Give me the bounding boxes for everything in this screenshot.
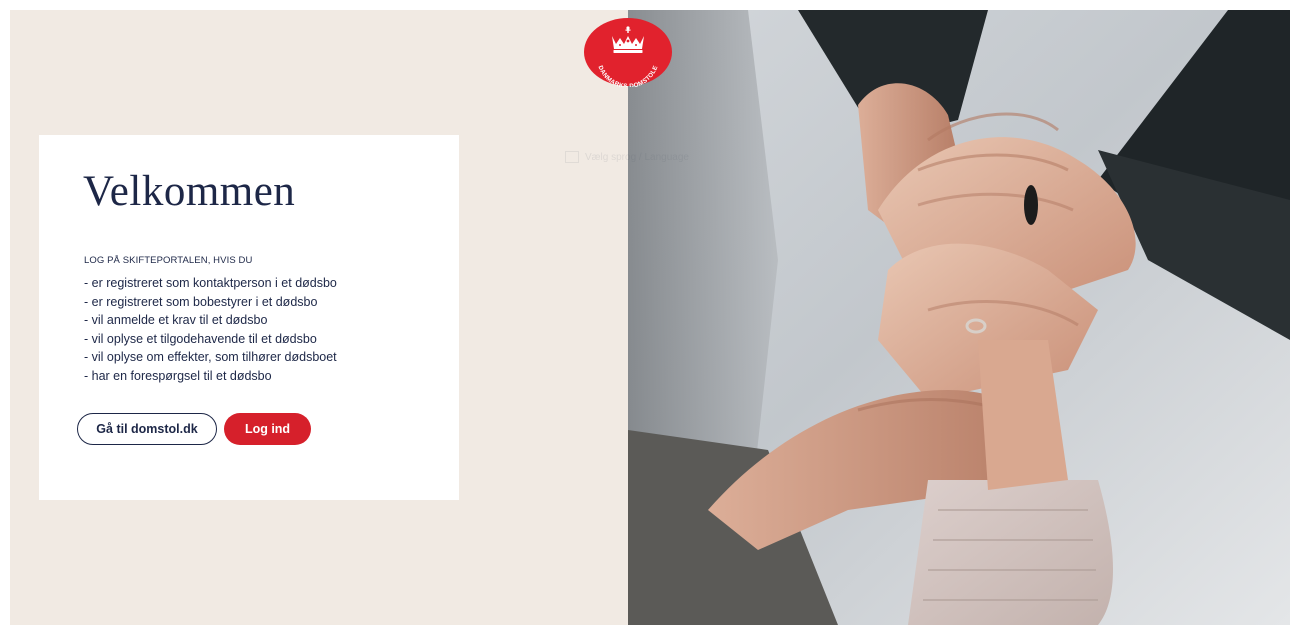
page-title: Velkommen [83,168,296,215]
go-to-domstol-button[interactable]: Gå til domstol.dk [77,413,217,445]
list-item: - vil oplyse et tilgodehavende til et dø… [84,331,317,346]
list-item: - vil anmelde et krav til et dødsbo [84,313,268,327]
login-reasons-list: - er registreret som kontaktperson i et … [84,274,337,385]
left-panel: Velkommen LOG PÅ SKIFTEPORTALEN, HVIS DU… [10,10,628,625]
page: Velkommen LOG PÅ SKIFTEPORTALEN, HVIS DU… [10,10,1290,625]
danmarks-domstole-logo: DANMARKS DOMSTOLE [584,18,672,87]
language-icon [565,151,579,163]
list-item: - er registreret som kontaktperson i et … [84,276,337,290]
background-label-text: Vælg sprog / Language [585,151,689,163]
welcome-card: Velkommen LOG PÅ SKIFTEPORTALEN, HVIS DU… [39,135,459,500]
background-label: Vælg sprog / Language [565,151,689,163]
holding-hands-photo [628,10,1290,625]
list-item: - har en forespørgsel til et dødsbo [84,368,272,383]
hero-image [628,10,1290,625]
list-item: - er registreret som bobestyrer i et død… [84,294,318,309]
login-intro: LOG PÅ SKIFTEPORTALEN, HVIS DU [84,255,253,266]
login-button[interactable]: Log ind [224,413,311,445]
list-item: - vil oplyse om effekter, som tilhører d… [84,350,337,364]
